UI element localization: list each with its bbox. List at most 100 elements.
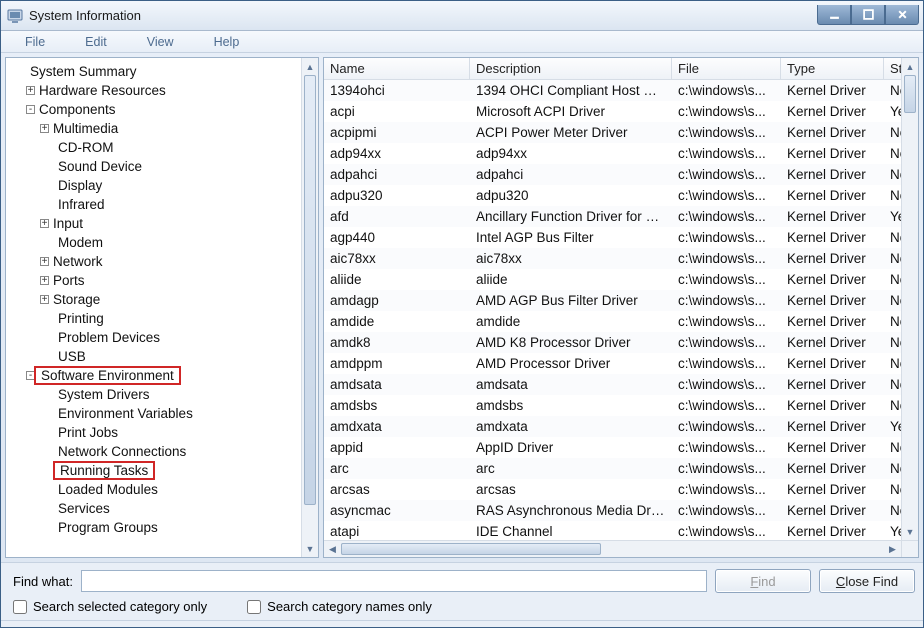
table-row[interactable]: amdk8AMD K8 Processor Driverc:\windows\s… <box>324 332 901 353</box>
expand-icon[interactable]: + <box>40 295 49 304</box>
cell-name: amdide <box>324 314 470 329</box>
checkbox[interactable] <box>247 600 261 614</box>
table-row[interactable]: acpiMicrosoft ACPI Driverc:\windows\s...… <box>324 101 901 122</box>
expand-icon[interactable]: + <box>40 276 49 285</box>
search-category-names-only-check[interactable]: Search category names only <box>247 599 432 614</box>
cell-name: acpi <box>324 104 470 119</box>
menu-view[interactable]: View <box>127 33 194 51</box>
table-row[interactable]: amdsbsamdsbsc:\windows\s...Kernel Driver… <box>324 395 901 416</box>
list-h-scrollbar[interactable]: ◀ ▶ <box>324 540 901 557</box>
col-description[interactable]: Description <box>470 58 672 79</box>
tree-item[interactable]: Environment Variables <box>6 404 299 423</box>
tree-item[interactable]: Network Connections <box>6 442 299 461</box>
cell-start: No <box>884 440 901 455</box>
cell-file: c:\windows\s... <box>672 230 781 245</box>
menu-file[interactable]: File <box>5 33 65 51</box>
collapse-icon[interactable]: - <box>26 105 35 114</box>
tree-item-label: Services <box>56 501 112 516</box>
tree-item[interactable]: +Storage <box>6 290 299 309</box>
expand-icon[interactable]: + <box>40 257 49 266</box>
tree-item[interactable]: Display <box>6 176 299 195</box>
table-row[interactable]: amdideamdidec:\windows\s...Kernel Driver… <box>324 311 901 332</box>
tree-item[interactable]: USB <box>6 347 299 366</box>
table-row[interactable]: agp440Intel AGP Bus Filterc:\windows\s..… <box>324 227 901 248</box>
table-row[interactable]: 1394ohci1394 OHCI Compliant Host Co...c:… <box>324 80 901 101</box>
table-row[interactable]: adpu320adpu320c:\windows\s...Kernel Driv… <box>324 185 901 206</box>
tree-item[interactable]: Printing <box>6 309 299 328</box>
menu-help[interactable]: Help <box>194 33 260 51</box>
tree-item[interactable]: Program Groups <box>6 518 299 537</box>
cell-start: No <box>884 398 901 413</box>
table-row[interactable]: amdagpAMD AGP Bus Filter Driverc:\window… <box>324 290 901 311</box>
table-row[interactable]: amdxataamdxatac:\windows\s...Kernel Driv… <box>324 416 901 437</box>
find-button[interactable]: Find <box>715 569 811 593</box>
tree-item[interactable]: System Drivers <box>6 385 299 404</box>
list-v-scrollbar[interactable]: ▲ ▼ <box>901 58 918 540</box>
titlebar[interactable]: System Information <box>1 1 923 31</box>
tree-item[interactable]: Problem Devices <box>6 328 299 347</box>
table-row[interactable]: aliidealiidec:\windows\s...Kernel Driver… <box>324 269 901 290</box>
cell-desc: aliide <box>470 272 672 287</box>
table-row[interactable]: arcsasarcsasc:\windows\s...Kernel Driver… <box>324 479 901 500</box>
tree-item[interactable]: Print Jobs <box>6 423 299 442</box>
checkbox[interactable] <box>13 600 27 614</box>
tree-item[interactable]: +Network <box>6 252 299 271</box>
cell-type: Kernel Driver <box>781 482 884 497</box>
menu-edit[interactable]: Edit <box>65 33 127 51</box>
tree-item[interactable]: +Multimedia <box>6 119 299 138</box>
tree-item[interactable]: +Hardware Resources <box>6 81 299 100</box>
search-selected-only-check[interactable]: Search selected category only <box>13 599 207 614</box>
tree-item[interactable]: -Software Environment <box>6 366 299 385</box>
tree-item[interactable]: +Ports <box>6 271 299 290</box>
col-type[interactable]: Type <box>781 58 884 79</box>
expand-icon[interactable]: + <box>26 86 35 95</box>
table-row[interactable]: adp94xxadp94xxc:\windows\s...Kernel Driv… <box>324 143 901 164</box>
scroll-down-icon[interactable]: ▼ <box>302 540 318 557</box>
maximize-button[interactable] <box>851 5 885 25</box>
table-row[interactable]: atapiIDE Channelc:\windows\s...Kernel Dr… <box>324 521 901 540</box>
category-tree[interactable]: System Summary+Hardware Resources-Compon… <box>6 58 301 557</box>
expand-icon[interactable]: + <box>40 124 49 133</box>
tree-item[interactable]: Services <box>6 499 299 518</box>
tree-item[interactable]: System Summary <box>6 62 299 81</box>
expand-icon[interactable]: + <box>40 219 49 228</box>
scroll-up-icon[interactable]: ▲ <box>302 58 318 75</box>
table-row[interactable]: acpipmiACPI Power Meter Driverc:\windows… <box>324 122 901 143</box>
minimize-button[interactable] <box>817 5 851 25</box>
tree-item[interactable]: -Components <box>6 100 299 119</box>
table-row[interactable]: afdAncillary Function Driver for Wi...c:… <box>324 206 901 227</box>
tree-item-label: Infrared <box>56 197 107 212</box>
col-name[interactable]: Name <box>324 58 470 79</box>
window-title: System Information <box>29 8 817 23</box>
close-button[interactable] <box>885 5 919 25</box>
table-row[interactable]: asyncmacRAS Asynchronous Media Driverc:\… <box>324 500 901 521</box>
cell-file: c:\windows\s... <box>672 377 781 392</box>
cell-file: c:\windows\s... <box>672 503 781 518</box>
tree-item[interactable]: +Input <box>6 214 299 233</box>
tree-item[interactable]: Modem <box>6 233 299 252</box>
scroll-up-icon[interactable]: ▲ <box>902 58 918 75</box>
tree-item[interactable]: Running Tasks <box>6 461 299 480</box>
close-find-button[interactable]: Close Find <box>819 569 915 593</box>
tree-item-label: Display <box>56 178 104 193</box>
h-scroll-thumb[interactable] <box>341 543 601 555</box>
tree-item[interactable]: CD-ROM <box>6 138 299 157</box>
scroll-thumb[interactable] <box>904 75 916 113</box>
table-row[interactable]: appidAppID Driverc:\windows\s...Kernel D… <box>324 437 901 458</box>
driver-list[interactable]: 1394ohci1394 OHCI Compliant Host Co...c:… <box>324 80 901 540</box>
table-row[interactable]: amdppmAMD Processor Driverc:\windows\s..… <box>324 353 901 374</box>
scroll-thumb[interactable] <box>304 75 316 505</box>
table-row[interactable]: arcarcc:\windows\s...Kernel DriverNo <box>324 458 901 479</box>
tree-item[interactable]: Loaded Modules <box>6 480 299 499</box>
table-row[interactable]: amdsataamdsatac:\windows\s...Kernel Driv… <box>324 374 901 395</box>
cell-type: Kernel Driver <box>781 167 884 182</box>
tree-scrollbar[interactable]: ▲ ▼ <box>301 58 318 557</box>
find-input[interactable] <box>81 570 707 592</box>
tree-item[interactable]: Infrared <box>6 195 299 214</box>
scroll-down-icon[interactable]: ▼ <box>902 523 918 540</box>
table-row[interactable]: adpahciadpahcic:\windows\s...Kernel Driv… <box>324 164 901 185</box>
col-file[interactable]: File <box>672 58 781 79</box>
tree-item[interactable]: Sound Device <box>6 157 299 176</box>
cell-name: 1394ohci <box>324 83 470 98</box>
table-row[interactable]: aic78xxaic78xxc:\windows\s...Kernel Driv… <box>324 248 901 269</box>
